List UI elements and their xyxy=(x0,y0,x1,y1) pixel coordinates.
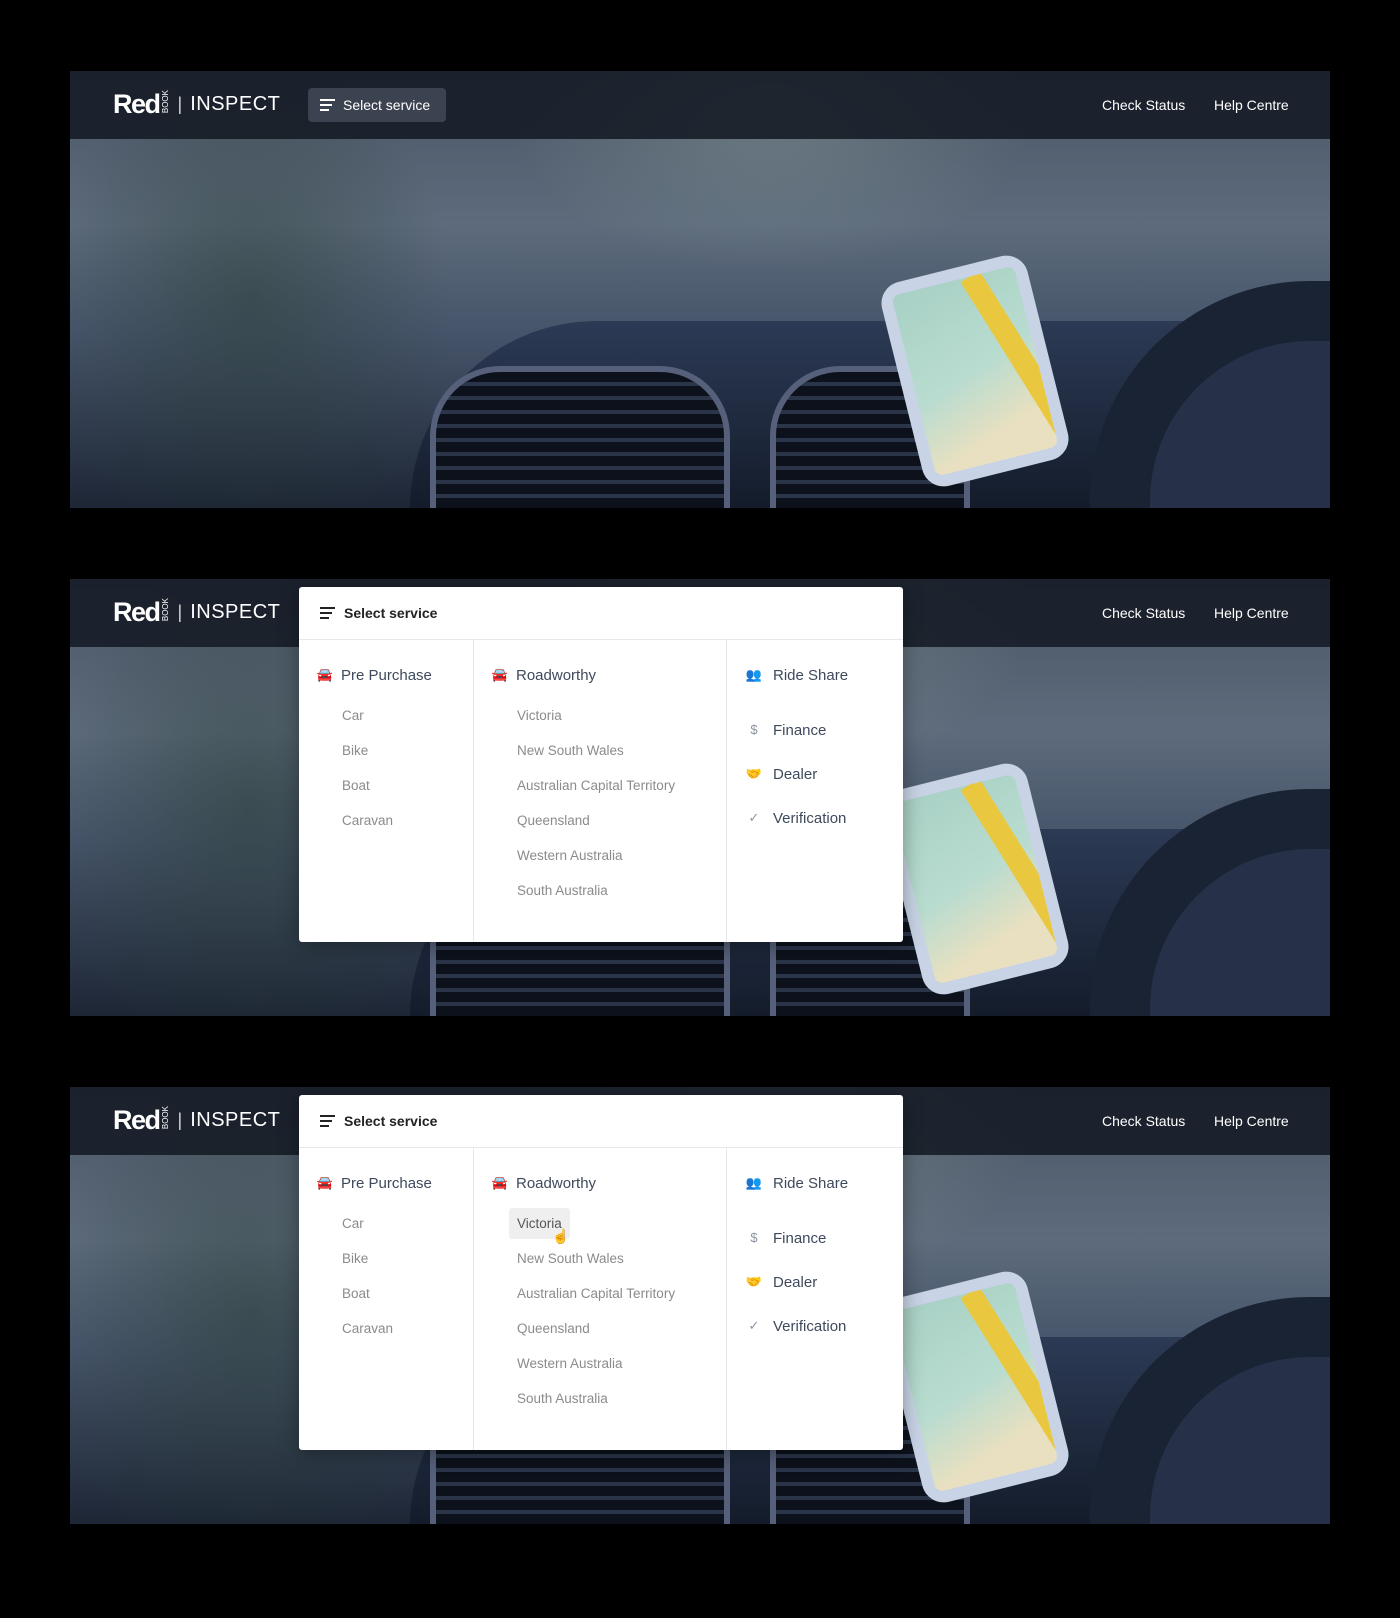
service-dropdown: Select service 🚘 Pre Purchase Car Bike Boat… xyxy=(299,1095,903,1450)
car-check-icon: 🚘 xyxy=(491,1175,509,1190)
menu-icon xyxy=(320,1115,335,1127)
service-item[interactable]: 🤝 Dealer xyxy=(727,1260,903,1304)
pre-purchase-heading[interactable]: 🚘 Pre Purchase xyxy=(299,1172,473,1194)
service-item[interactable]: 👥 Ride Share xyxy=(727,664,903,686)
menu-icon xyxy=(320,99,335,111)
roadworthy-item[interactable]: Australian Capital Territory xyxy=(474,1276,726,1311)
handshake-icon: 🤝 xyxy=(745,766,763,781)
check-status-link[interactable]: Check Status xyxy=(1102,605,1185,621)
service-item[interactable]: $ Finance xyxy=(727,1216,903,1260)
finance-icon: $ xyxy=(750,1230,758,1245)
pre-purchase-column: 🚘 Pre Purchase Car Bike Boat Caravan xyxy=(299,1148,474,1450)
select-service-button[interactable]: Select service xyxy=(299,1095,903,1148)
pre-purchase-item[interactable]: Boat xyxy=(299,768,473,803)
select-service-button[interactable]: Select service xyxy=(299,587,903,640)
pre-purchase-item[interactable]: Caravan xyxy=(299,803,473,838)
services-column: 👥 Ride Share $ Finance 🤝 Dealer ✓ Verification xyxy=(727,1148,903,1450)
redbook-inspect-logo[interactable]: Red BOOK | INSPECT xyxy=(113,597,280,628)
service-item[interactable]: ✓ Verification xyxy=(727,1304,903,1348)
ride-share-icon: 👥 xyxy=(745,1175,763,1190)
hero-steering-wheel xyxy=(1090,281,1330,508)
handshake-icon: 🤝 xyxy=(745,1274,763,1289)
screen-state-2: Red BOOK | INSPECT Check Status Help Centre… xyxy=(70,579,1330,1016)
verification-icon: ✓ xyxy=(748,810,760,825)
roadworthy-item[interactable]: Queensland xyxy=(474,803,726,838)
screen-state-1: Red BOOK | INSPECT Select service Check Sta… xyxy=(70,71,1330,508)
roadworthy-item[interactable]: Australian Capital Territory xyxy=(474,768,726,803)
verification-icon: ✓ xyxy=(748,1318,760,1333)
help-centre-link[interactable]: Help Centre xyxy=(1214,97,1289,113)
service-dropdown: Select service 🚘 Pre Purchase Car Bike Boat… xyxy=(299,587,903,942)
car-check-icon: 🚘 xyxy=(491,667,509,682)
car-search-icon: 🚘 xyxy=(316,1175,334,1190)
roadworthy-item[interactable]: Western Australia xyxy=(474,838,726,873)
service-item[interactable]: 👥 Ride Share xyxy=(727,1172,903,1194)
ride-share-icon: 👥 xyxy=(745,667,763,682)
service-item[interactable]: ✓ Verification xyxy=(727,796,903,840)
roadworthy-item[interactable]: South Australia xyxy=(474,873,726,908)
service-item[interactable]: 🤝 Dealer xyxy=(727,752,903,796)
service-item[interactable]: $ Finance xyxy=(727,708,903,752)
pre-purchase-item[interactable]: Boat xyxy=(299,1276,473,1311)
car-search-icon: 🚘 xyxy=(316,667,334,682)
pre-purchase-heading[interactable]: 🚘 Pre Purchase xyxy=(299,664,473,686)
roadworthy-item[interactable]: New South Wales xyxy=(474,733,726,768)
roadworthy-item[interactable]: Queensland xyxy=(474,1311,726,1346)
help-centre-link[interactable]: Help Centre xyxy=(1214,1113,1289,1129)
pre-purchase-item[interactable]: Bike xyxy=(299,1241,473,1276)
hero-steering-wheel xyxy=(1090,789,1330,1016)
roadworthy-heading[interactable]: 🚘 Roadworthy xyxy=(474,1172,726,1194)
select-service-button[interactable]: Select service xyxy=(308,88,446,122)
redbook-inspect-logo[interactable]: Red BOOK | INSPECT xyxy=(113,1105,280,1136)
pre-purchase-item[interactable]: Bike xyxy=(299,733,473,768)
pre-purchase-item[interactable]: Caravan xyxy=(299,1311,473,1346)
hand-cursor-icon: ☝ xyxy=(552,1228,570,1244)
roadworthy-item[interactable]: Western Australia xyxy=(474,1346,726,1381)
roadworthy-item[interactable]: Victoria xyxy=(474,698,726,733)
top-nav: Red BOOK | INSPECT Select service Check Sta… xyxy=(70,71,1330,139)
pre-purchase-item[interactable]: Car xyxy=(299,1206,473,1241)
roadworthy-item[interactable]: New South Wales xyxy=(474,1241,726,1276)
hero-steering-wheel xyxy=(1090,1297,1330,1524)
roadworthy-heading[interactable]: 🚘 Roadworthy xyxy=(474,664,726,686)
check-status-link[interactable]: Check Status xyxy=(1102,97,1185,113)
roadworthy-item[interactable]: South Australia xyxy=(474,1381,726,1416)
check-status-link[interactable]: Check Status xyxy=(1102,1113,1185,1129)
pre-purchase-item[interactable]: Car xyxy=(299,698,473,733)
pre-purchase-column: 🚘 Pre Purchase Car Bike Boat Caravan xyxy=(299,640,474,942)
menu-icon xyxy=(320,607,335,619)
services-column: 👥 Ride Share $ Finance 🤝 Dealer ✓ Verification xyxy=(727,640,903,942)
roadworthy-column: 🚘 Roadworthy Victoria New South Wales Austr… xyxy=(474,1148,727,1450)
help-centre-link[interactable]: Help Centre xyxy=(1214,605,1289,621)
roadworthy-item[interactable]: Victoria xyxy=(474,1206,726,1241)
screen-state-3: Red BOOK | INSPECT Check Status Help Centre… xyxy=(70,1087,1330,1524)
roadworthy-column: 🚘 Roadworthy Victoria New South Wales Austr… xyxy=(474,640,727,942)
redbook-inspect-logo[interactable]: Red BOOK | INSPECT xyxy=(113,89,280,120)
hero-vent xyxy=(430,366,730,508)
finance-icon: $ xyxy=(750,722,758,737)
